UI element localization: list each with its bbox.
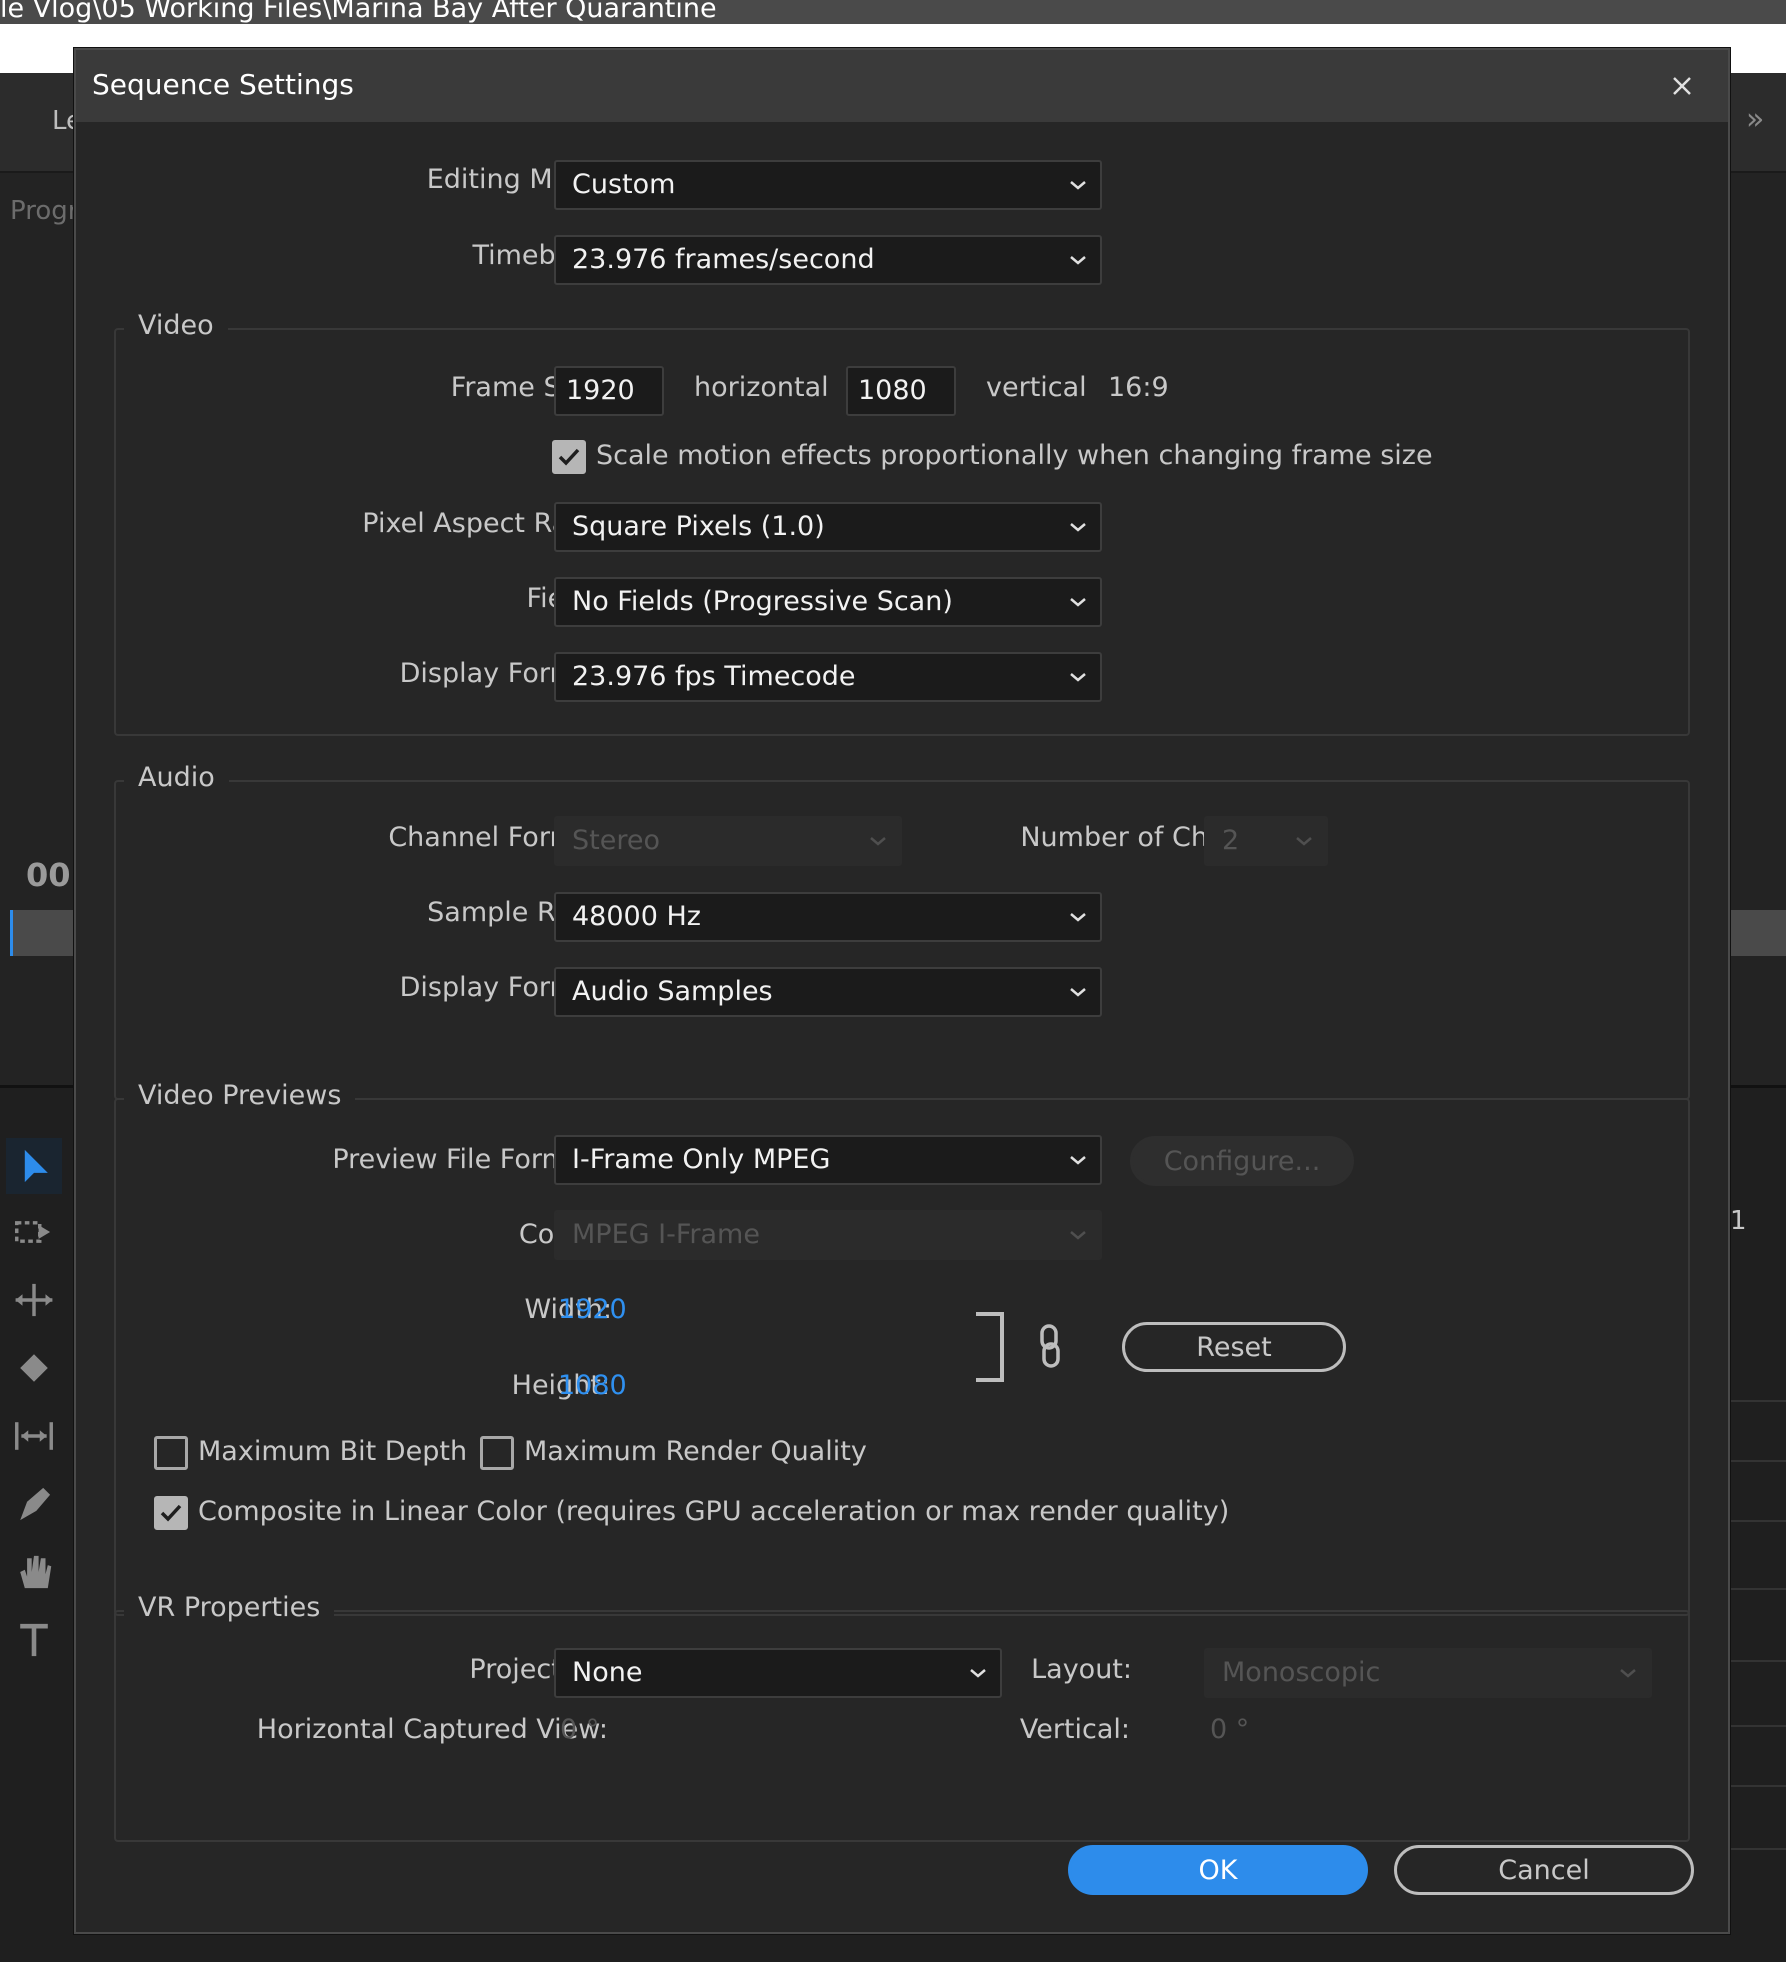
sample-rate-select[interactable]: 48000 Hz <box>554 892 1102 942</box>
app-titlebar: le Vlog\05 Working Files\Marina Bay Afte… <box>0 0 1786 24</box>
audio-display-format-value: Audio Samples <box>572 976 773 1007</box>
configure-button: Configure... <box>1130 1136 1354 1186</box>
layout-select: Monoscopic <box>1204 1648 1652 1698</box>
timebase-select[interactable]: 23.976 frames/second <box>554 235 1102 285</box>
aspect-ratio-text: 16:9 <box>1108 372 1169 403</box>
number-of-channels-value: 2 <box>1222 825 1240 856</box>
track-select-tool-icon[interactable] <box>6 1204 62 1260</box>
checkmark-icon <box>558 448 580 466</box>
video-previews-group-title: Video Previews <box>124 1080 356 1111</box>
panel-overflow-icon[interactable]: » <box>1746 102 1764 137</box>
timeline-track-divider <box>1728 1660 1786 1662</box>
timeline-track-divider <box>1728 1785 1786 1787</box>
scale-motion-checkbox[interactable] <box>552 440 586 474</box>
codec-value: MPEG I-Frame <box>572 1219 760 1250</box>
horizontal-captured-view-value: 0 ° <box>560 1714 600 1745</box>
monitor-scrub-bar[interactable] <box>10 910 80 956</box>
layout-value: Monoscopic <box>1222 1657 1381 1688</box>
chevron-down-icon <box>1620 1669 1636 1678</box>
chevron-down-icon <box>1070 1156 1086 1165</box>
reset-button[interactable]: Reset <box>1122 1322 1346 1372</box>
chevron-down-icon <box>1070 523 1086 532</box>
frame-width-input[interactable]: 1920 <box>554 366 664 416</box>
chevron-down-icon <box>1070 256 1086 265</box>
timeline-track-divider <box>1728 1400 1786 1402</box>
slip-tool-icon[interactable] <box>6 1408 62 1464</box>
chain-link-icon[interactable] <box>1034 1322 1066 1372</box>
preview-width-value[interactable]: 1920 <box>558 1294 627 1325</box>
timeline-track-divider <box>1728 1588 1786 1590</box>
close-button[interactable] <box>1660 64 1704 108</box>
timebase-value: 23.976 frames/second <box>572 244 875 275</box>
vertical-label: vertical <box>986 372 1087 403</box>
video-display-format-value: 23.976 fps Timecode <box>572 661 856 692</box>
max-render-quality-label[interactable]: Maximum Render Quality <box>524 1436 867 1467</box>
scale-motion-label[interactable]: Scale motion effects proportionally when… <box>596 440 1433 471</box>
linear-color-checkbox[interactable] <box>154 1496 188 1530</box>
pen-tool-icon[interactable] <box>6 1476 62 1532</box>
chevron-down-icon <box>1070 1231 1086 1240</box>
chevron-down-icon <box>1070 181 1086 190</box>
chevron-down-icon <box>1070 673 1086 682</box>
type-tool-icon[interactable] <box>6 1612 62 1668</box>
linear-color-label[interactable]: Composite in Linear Color (requires GPU … <box>198 1496 1229 1527</box>
app-title: le Vlog\05 Working Files\Marina Bay Afte… <box>0 0 717 24</box>
cancel-button[interactable]: Cancel <box>1394 1845 1694 1895</box>
projection-select[interactable]: None <box>554 1648 1002 1698</box>
chevron-down-icon <box>1070 988 1086 997</box>
chevron-down-icon <box>1070 913 1086 922</box>
layout-label: Layout: <box>1031 1654 1132 1685</box>
frame-height-input[interactable]: 1080 <box>846 366 956 416</box>
preview-file-format-select[interactable]: I-Frame Only MPEG <box>554 1135 1102 1185</box>
razor-tool-icon[interactable] <box>6 1340 62 1396</box>
ok-button[interactable]: OK <box>1068 1845 1368 1895</box>
program-monitor-label: Progr <box>10 196 79 226</box>
timeline-track-divider <box>1728 1460 1786 1462</box>
sequence-settings-dialog: Sequence Settings Editing Mode: Custom T… <box>74 48 1730 1934</box>
max-render-quality-checkbox[interactable] <box>480 1436 514 1470</box>
sample-rate-value: 48000 Hz <box>572 901 701 932</box>
timeline-track-divider <box>1728 1520 1786 1522</box>
vr-vertical-label: Vertical: <box>1019 1714 1130 1745</box>
horizontal-captured-view-label: Horizontal Captured View: <box>256 1714 608 1745</box>
fields-value: No Fields (Progressive Scan) <box>572 586 953 617</box>
timeline-track-divider <box>1728 1848 1786 1850</box>
projection-value: None <box>572 1657 643 1688</box>
hand-tool-icon[interactable] <box>6 1544 62 1600</box>
horizontal-label: horizontal <box>694 372 829 403</box>
editing-mode-value: Custom <box>572 169 676 200</box>
pixel-aspect-value: Square Pixels (1.0) <box>572 511 825 542</box>
chevron-down-icon <box>870 837 886 846</box>
channel-format-select: Stereo <box>554 816 902 866</box>
fields-select[interactable]: No Fields (Progressive Scan) <box>554 577 1102 627</box>
audio-display-format-select[interactable]: Audio Samples <box>554 967 1102 1017</box>
timeline-ruler-number: 1 <box>1730 1206 1747 1236</box>
vr-properties-group-title: VR Properties <box>124 1592 335 1623</box>
checkmark-icon <box>160 1504 182 1522</box>
preview-file-format-value: I-Frame Only MPEG <box>572 1144 831 1175</box>
audio-group-title: Audio <box>124 762 229 793</box>
link-bracket-icon <box>974 1312 1006 1382</box>
selection-tool-icon[interactable] <box>6 1138 62 1194</box>
timeline-track-divider <box>1728 1725 1786 1727</box>
pixel-aspect-select[interactable]: Square Pixels (1.0) <box>554 502 1102 552</box>
max-bit-depth-checkbox[interactable] <box>154 1436 188 1470</box>
video-display-format-select[interactable]: 23.976 fps Timecode <box>554 652 1102 702</box>
monitor-scrub-bar-right[interactable] <box>1728 910 1786 956</box>
editing-mode-select[interactable]: Custom <box>554 160 1102 210</box>
close-icon <box>1673 77 1691 95</box>
chevron-down-icon <box>970 1669 986 1678</box>
video-group-title: Video <box>124 310 228 341</box>
vr-vertical-value: 0 ° <box>1210 1714 1250 1745</box>
dialog-title: Sequence Settings <box>92 68 354 101</box>
channel-format-value: Stereo <box>572 825 660 856</box>
number-of-channels-select: 2 <box>1204 816 1328 866</box>
max-bit-depth-label[interactable]: Maximum Bit Depth <box>198 1436 467 1467</box>
ripple-edit-tool-icon[interactable] <box>6 1272 62 1328</box>
preview-height-value[interactable]: 1080 <box>558 1370 627 1401</box>
chevron-down-icon <box>1070 598 1086 607</box>
codec-select: MPEG I-Frame <box>554 1210 1102 1260</box>
chevron-down-icon <box>1296 837 1312 846</box>
